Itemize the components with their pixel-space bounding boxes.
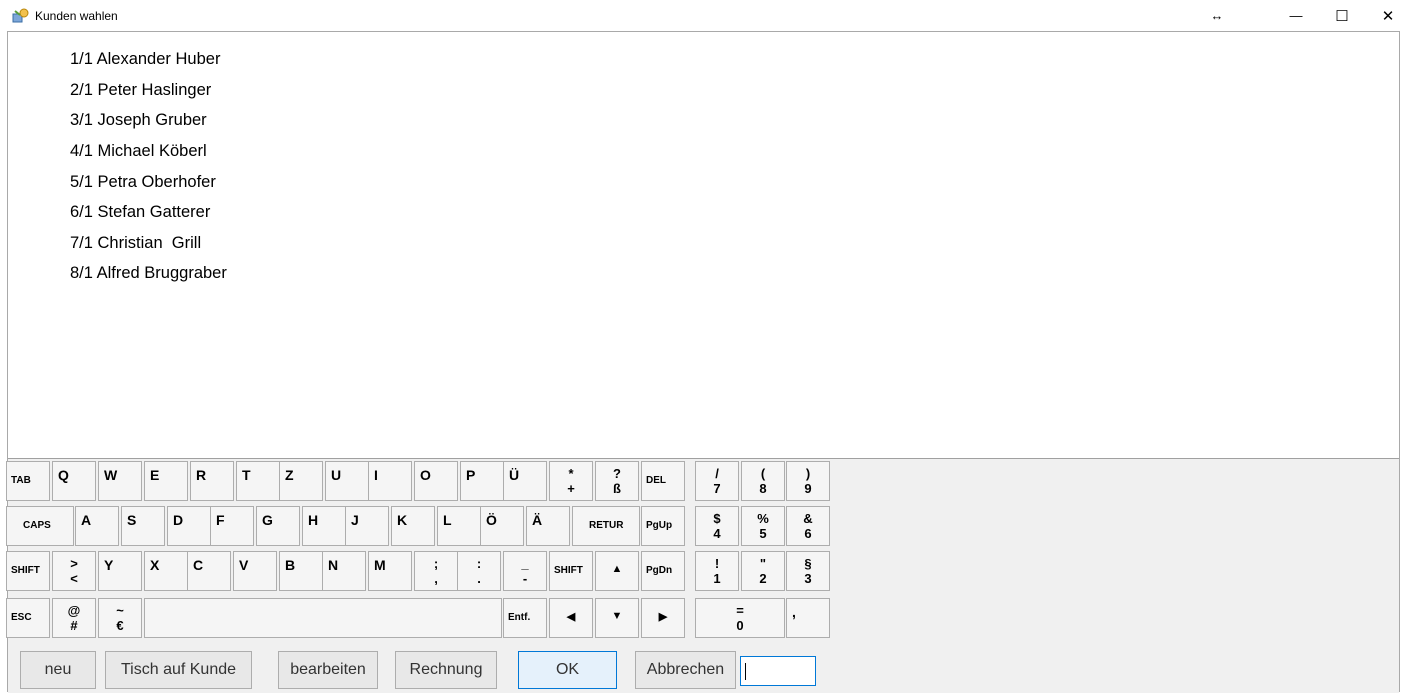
key-i[interactable]: I bbox=[368, 461, 412, 501]
list-item[interactable]: 3/1 Joseph Gruber bbox=[70, 111, 207, 130]
key-c[interactable]: C bbox=[187, 551, 231, 591]
key-2[interactable]: " 2 bbox=[741, 551, 785, 591]
key-q[interactable]: Q bbox=[52, 461, 96, 501]
text-caret bbox=[745, 663, 746, 680]
key-a[interactable]: A bbox=[75, 506, 119, 546]
key-l[interactable]: L bbox=[437, 506, 481, 546]
list-item[interactable]: 7/1 Christian Grill bbox=[70, 234, 201, 253]
key-underscore[interactable]: _ - bbox=[503, 551, 547, 591]
key-question-sz[interactable]: ? ß bbox=[595, 461, 639, 501]
key-del[interactable]: DEL bbox=[641, 461, 685, 501]
key-w[interactable]: W bbox=[98, 461, 142, 501]
key-comma[interactable]: , bbox=[786, 598, 830, 638]
invoice-button[interactable]: Rechnung bbox=[395, 651, 497, 689]
list-item[interactable]: 2/1 Peter Haslinger bbox=[70, 81, 211, 100]
app-icon bbox=[12, 8, 29, 23]
arrow-up-icon[interactable]: ▲ bbox=[595, 551, 639, 591]
edit-button[interactable]: bearbeiten bbox=[278, 651, 378, 689]
key-ae[interactable]: Ä bbox=[526, 506, 570, 546]
key-tilde-euro[interactable]: ~ € bbox=[98, 598, 142, 638]
key-m[interactable]: M bbox=[368, 551, 412, 591]
key-oe[interactable]: Ö bbox=[480, 506, 524, 546]
maximize-button[interactable]: ☐ bbox=[1319, 0, 1365, 31]
list-item[interactable]: 4/1 Michael Köberl bbox=[70, 142, 207, 161]
key-1[interactable]: ! 1 bbox=[695, 551, 739, 591]
arrow-down-icon[interactable]: ▼ bbox=[595, 598, 639, 638]
key-o[interactable]: O bbox=[414, 461, 458, 501]
key-ue[interactable]: Ü bbox=[503, 461, 547, 501]
key-g[interactable]: G bbox=[256, 506, 300, 546]
close-button[interactable]: ✕ bbox=[1365, 0, 1407, 31]
list-item[interactable]: 8/1 Alfred Bruggraber bbox=[70, 264, 227, 283]
table-to-customer-button[interactable]: Tisch auf Kunde bbox=[105, 651, 252, 689]
key-pgup[interactable]: PgUp bbox=[641, 506, 685, 546]
key-shift-left[interactable]: SHIFT bbox=[6, 551, 50, 591]
key-tab[interactable]: TAB bbox=[6, 461, 50, 501]
arrow-right-icon[interactable]: ▶ bbox=[641, 598, 685, 638]
key-caps[interactable]: CAPS bbox=[6, 506, 74, 546]
key-pgdn[interactable]: PgDn bbox=[641, 551, 685, 591]
key-t[interactable]: T bbox=[236, 461, 280, 501]
list-item[interactable]: 6/1 Stefan Gatterer bbox=[70, 203, 210, 222]
key-8[interactable]: (8 bbox=[741, 461, 785, 501]
key-space[interactable] bbox=[144, 598, 502, 638]
minimize-button[interactable]: — bbox=[1273, 0, 1319, 31]
key-retur[interactable]: RETUR bbox=[572, 506, 640, 546]
window-title: Kunden wahlen bbox=[35, 9, 118, 23]
key-j[interactable]: J bbox=[345, 506, 389, 546]
key-0[interactable]: = 0 bbox=[695, 598, 785, 638]
key-v[interactable]: V bbox=[233, 551, 277, 591]
key-colon[interactable]: :. bbox=[457, 551, 501, 591]
resize-icon[interactable]: ↔ bbox=[1194, 0, 1240, 31]
key-star-plus[interactable]: * + bbox=[549, 461, 593, 501]
key-shift-right[interactable]: SHIFT bbox=[549, 551, 593, 591]
list-item[interactable]: 1/1 Alexander Huber bbox=[70, 50, 220, 69]
key-p[interactable]: P bbox=[460, 461, 504, 501]
cancel-button[interactable]: Abbrechen bbox=[635, 651, 736, 689]
key-r[interactable]: R bbox=[190, 461, 234, 501]
key-b[interactable]: B bbox=[279, 551, 323, 591]
key-s[interactable]: S bbox=[121, 506, 165, 546]
list-item[interactable]: 5/1 Petra Oberhofer bbox=[70, 173, 216, 192]
new-button[interactable]: neu bbox=[20, 651, 96, 689]
key-k[interactable]: K bbox=[391, 506, 435, 546]
key-y[interactable]: Y bbox=[98, 551, 142, 591]
key-esc[interactable]: ESC bbox=[6, 598, 50, 638]
arrow-left-icon[interactable]: ◀ bbox=[549, 598, 593, 638]
key-6[interactable]: & 6 bbox=[786, 506, 830, 546]
key-x[interactable]: X bbox=[144, 551, 188, 591]
key-d[interactable]: D bbox=[167, 506, 211, 546]
key-f[interactable]: F bbox=[210, 506, 254, 546]
key-z[interactable]: Z bbox=[279, 461, 323, 501]
key-gt-lt[interactable]: > < bbox=[52, 551, 96, 591]
key-semicolon[interactable]: ;, bbox=[414, 551, 458, 591]
search-input[interactable] bbox=[740, 656, 816, 686]
customer-list[interactable]: 1/1 Alexander Huber 2/1 Peter Haslinger … bbox=[8, 32, 1399, 458]
title-bar: Kunden wahlen ↔ — ☐ ✕ bbox=[0, 0, 1407, 31]
key-e[interactable]: E bbox=[144, 461, 188, 501]
key-4[interactable]: $4 bbox=[695, 506, 739, 546]
key-5[interactable]: % 5 bbox=[741, 506, 785, 546]
key-7[interactable]: /7 bbox=[695, 461, 739, 501]
key-u[interactable]: U bbox=[325, 461, 369, 501]
ok-button[interactable]: OK bbox=[518, 651, 617, 689]
key-n[interactable]: N bbox=[322, 551, 366, 591]
key-h[interactable]: H bbox=[302, 506, 346, 546]
key-entf[interactable]: Entf. bbox=[503, 598, 547, 638]
key-at-hash[interactable]: @ # bbox=[52, 598, 96, 638]
key-9[interactable]: ) 9 bbox=[786, 461, 830, 501]
key-3[interactable]: § 3 bbox=[786, 551, 830, 591]
